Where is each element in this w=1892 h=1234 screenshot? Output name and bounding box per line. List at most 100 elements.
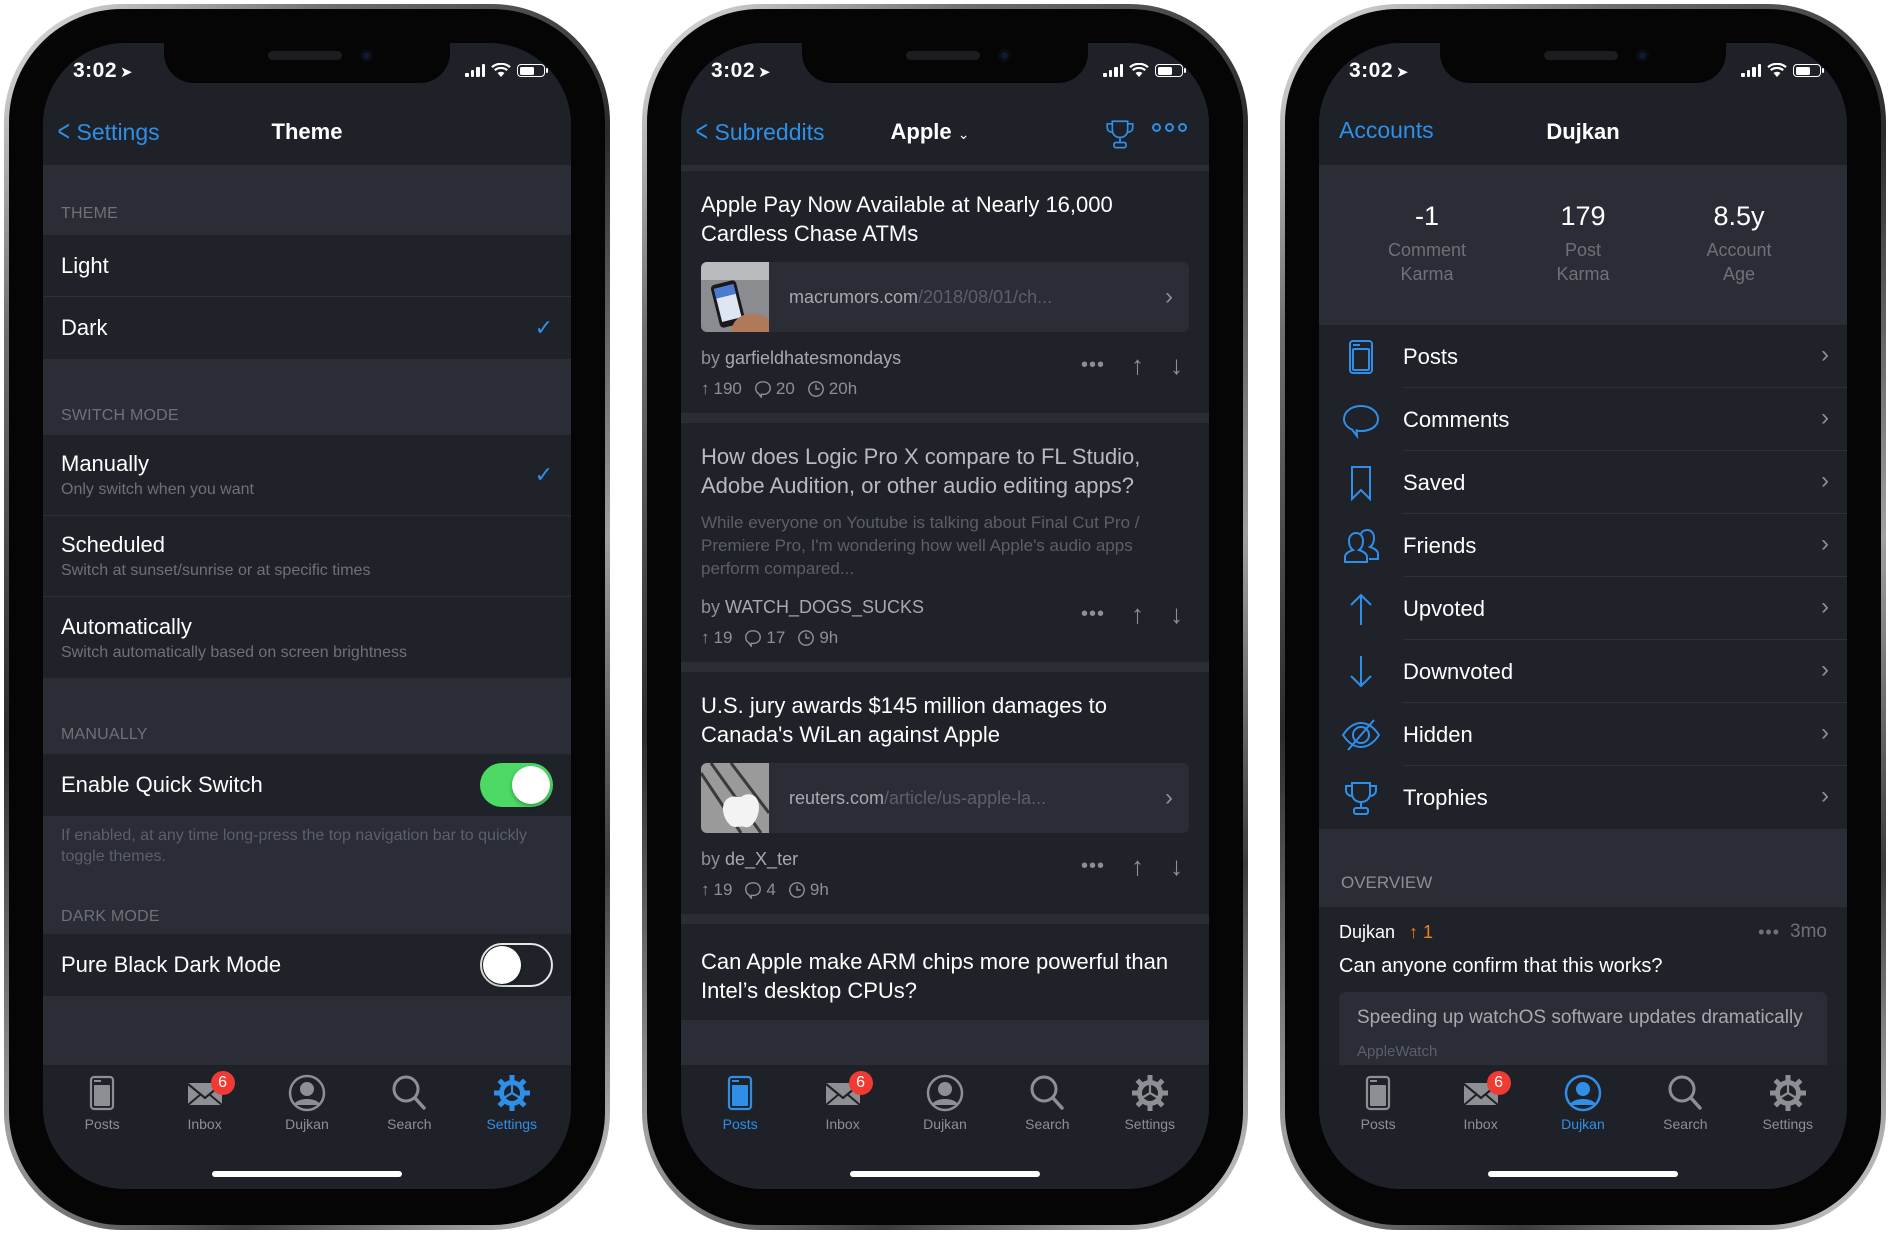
- option-label: Automatically: [61, 613, 192, 639]
- tab-settings[interactable]: Settings: [1104, 1073, 1196, 1132]
- menu-saved[interactable]: Saved ›: [1319, 451, 1847, 514]
- more-icon[interactable]: •••: [1081, 603, 1105, 626]
- menu-label: Trophies: [1403, 785, 1488, 810]
- page-title: Theme: [271, 119, 343, 144]
- checkmark-icon: ✓: [534, 462, 553, 487]
- option-manually[interactable]: Manually Only switch when you want ✓: [43, 435, 571, 516]
- menu-hidden[interactable]: Hidden ›: [1319, 703, 1847, 766]
- upvote-button[interactable]: ↑: [1131, 350, 1144, 381]
- post-score: 190: [713, 379, 742, 399]
- post-author[interactable]: by WATCH_DOGS_SUCKS: [701, 597, 924, 618]
- option-light[interactable]: Light: [43, 235, 571, 297]
- more-options-icon[interactable]: [1152, 123, 1187, 132]
- post-stats: ↑ 190 20 20h: [701, 379, 901, 399]
- menu-label: Posts: [1403, 325, 1847, 388]
- more-icon[interactable]: •••: [1758, 922, 1780, 943]
- menu-downvoted[interactable]: Downvoted ›: [1319, 640, 1847, 703]
- quick-switch-footer: If enabled, at any time long-press the t…: [61, 827, 528, 865]
- posts-icon: [82, 1073, 122, 1113]
- status-icons: [1103, 63, 1186, 78]
- screen: 3:02➤ <Settings Theme THEME Light Dark: [43, 43, 571, 1189]
- post-item[interactable]: Can Apple make ARM chips more powerful t…: [681, 924, 1209, 1020]
- downvote-button[interactable]: ↓: [1170, 851, 1183, 882]
- option-subtitle: Switch automatically based on screen bri…: [61, 643, 407, 661]
- posts-icon: [720, 1073, 760, 1113]
- comment-icon: [744, 629, 762, 647]
- inbox-badge: 6: [848, 1071, 873, 1095]
- link-thumbnail: [701, 262, 769, 333]
- menu-trophies[interactable]: Trophies ›: [1319, 766, 1847, 829]
- pure-black-toggle[interactable]: [480, 942, 553, 987]
- more-icon[interactable]: •••: [1081, 354, 1105, 377]
- inbox-badge: 6: [1486, 1071, 1511, 1095]
- tab-posts[interactable]: Posts: [56, 1073, 148, 1132]
- menu-friends[interactable]: Friends ›: [1319, 514, 1847, 577]
- tab-search[interactable]: Search: [363, 1073, 455, 1132]
- chevron-right-icon: ›: [1821, 719, 1829, 746]
- clock-icon: [797, 629, 815, 647]
- upvote-button[interactable]: ↑: [1131, 599, 1144, 630]
- post-score: 19: [713, 628, 733, 648]
- menu-comments[interactable]: Comments ›: [1319, 388, 1847, 451]
- tab-inbox[interactable]: 6 Inbox: [159, 1071, 251, 1132]
- option-label: Dark: [61, 315, 108, 340]
- battery-icon: [1155, 64, 1186, 77]
- tab-inbox[interactable]: 6 Inbox: [797, 1071, 889, 1132]
- link-preview[interactable]: macrumors.com/2018/08/01/ch... ›: [701, 262, 1189, 333]
- tab-posts[interactable]: Posts: [694, 1073, 786, 1132]
- stat-label: Post Karma: [1556, 240, 1610, 285]
- tab-posts[interactable]: Posts: [1332, 1073, 1424, 1132]
- section-header-dark-mode: DARK MODE: [61, 907, 160, 925]
- navigation-bar: Accounts Dujkan: [1319, 103, 1847, 165]
- tab-inbox[interactable]: 6 Inbox: [1435, 1071, 1527, 1132]
- parent-post-preview[interactable]: Speeding up watchOS software updates dra…: [1339, 992, 1827, 1065]
- parent-post-subreddit: AppleWatch: [1357, 1042, 1438, 1060]
- post-item[interactable]: Apple Pay Now Available at Nearly 16,000…: [681, 171, 1209, 414]
- home-indicator[interactable]: [1488, 1171, 1678, 1177]
- overview-comment[interactable]: Dujkan ↑ 1 ••• 3mo Can anyone confirm th…: [1319, 907, 1847, 1065]
- home-indicator[interactable]: [850, 1171, 1040, 1177]
- toggle-label: Pure Black Dark Mode: [61, 951, 282, 977]
- downvote-button[interactable]: ↓: [1170, 599, 1183, 630]
- option-scheduled[interactable]: Scheduled Switch at sunset/sunrise or at …: [43, 516, 571, 597]
- comment-text: Can anyone confirm that this works?: [1339, 955, 1663, 977]
- trophy-icon[interactable]: [1103, 117, 1137, 151]
- tab-profile[interactable]: Dujkan: [261, 1073, 353, 1132]
- link-preview[interactable]: reuters.com/article/us-apple-la... ›: [701, 763, 1189, 834]
- screen: 3:02 ➤ < Subreddits Apple ⌄ Apple Pay No…: [681, 43, 1209, 1189]
- post-author[interactable]: by garfieldhatesmondays: [701, 348, 901, 369]
- tab-label: Search: [1025, 1116, 1070, 1132]
- phone-bezel: 3:02➤ <Settings Theme THEME Light Dark: [9, 9, 605, 1225]
- tab-search[interactable]: Search: [1639, 1073, 1731, 1132]
- quick-switch-toggle[interactable]: [480, 763, 553, 807]
- menu-posts[interactable]: Posts ›: [1319, 325, 1847, 388]
- cellular-signal-icon: [1741, 64, 1761, 77]
- cellular-signal-icon: [1103, 64, 1123, 77]
- tab-settings[interactable]: Settings: [466, 1073, 558, 1132]
- chevron-right-icon: ›: [1821, 530, 1829, 557]
- post-item[interactable]: How does Logic Pro X compare to FL Studi…: [681, 423, 1209, 663]
- post-item[interactable]: U.S. jury awards $145 million damages to…: [681, 672, 1209, 915]
- location-arrow-icon: ➤: [758, 64, 772, 81]
- downvote-button[interactable]: ↓: [1170, 350, 1183, 381]
- karma-stats: -1 Comment Karma 179 Post Karma 8.5y Accoun…: [1319, 165, 1847, 325]
- tab-profile[interactable]: Dujkan: [1537, 1073, 1629, 1132]
- friends-icon: [1341, 526, 1381, 566]
- post-author[interactable]: by de_X_ter: [701, 849, 829, 870]
- home-indicator[interactable]: [212, 1171, 402, 1177]
- chevron-right-icon: ›: [1821, 341, 1829, 368]
- tab-label: Inbox: [825, 1116, 860, 1132]
- post-stats: ↑ 19 17 9h: [701, 628, 924, 648]
- tab-search[interactable]: Search: [1001, 1073, 1093, 1132]
- comment-author[interactable]: Dujkan: [1339, 922, 1395, 943]
- option-dark[interactable]: Dark ✓: [43, 297, 571, 359]
- tab-profile[interactable]: Dujkan: [899, 1073, 991, 1132]
- upvote-button[interactable]: ↑: [1131, 851, 1144, 882]
- menu-upvoted[interactable]: Upvoted ›: [1319, 577, 1847, 640]
- tab-bar: Posts 6 Inbox Dujkan Search Settings: [1319, 1065, 1847, 1189]
- menu-label: Upvoted: [1403, 577, 1847, 640]
- post-body-preview: While everyone on Youtube is talking abo…: [701, 513, 1140, 579]
- tab-settings[interactable]: Settings: [1742, 1073, 1834, 1132]
- more-icon[interactable]: •••: [1081, 855, 1105, 878]
- option-automatically[interactable]: Automatically Switch automatically based …: [43, 597, 571, 678]
